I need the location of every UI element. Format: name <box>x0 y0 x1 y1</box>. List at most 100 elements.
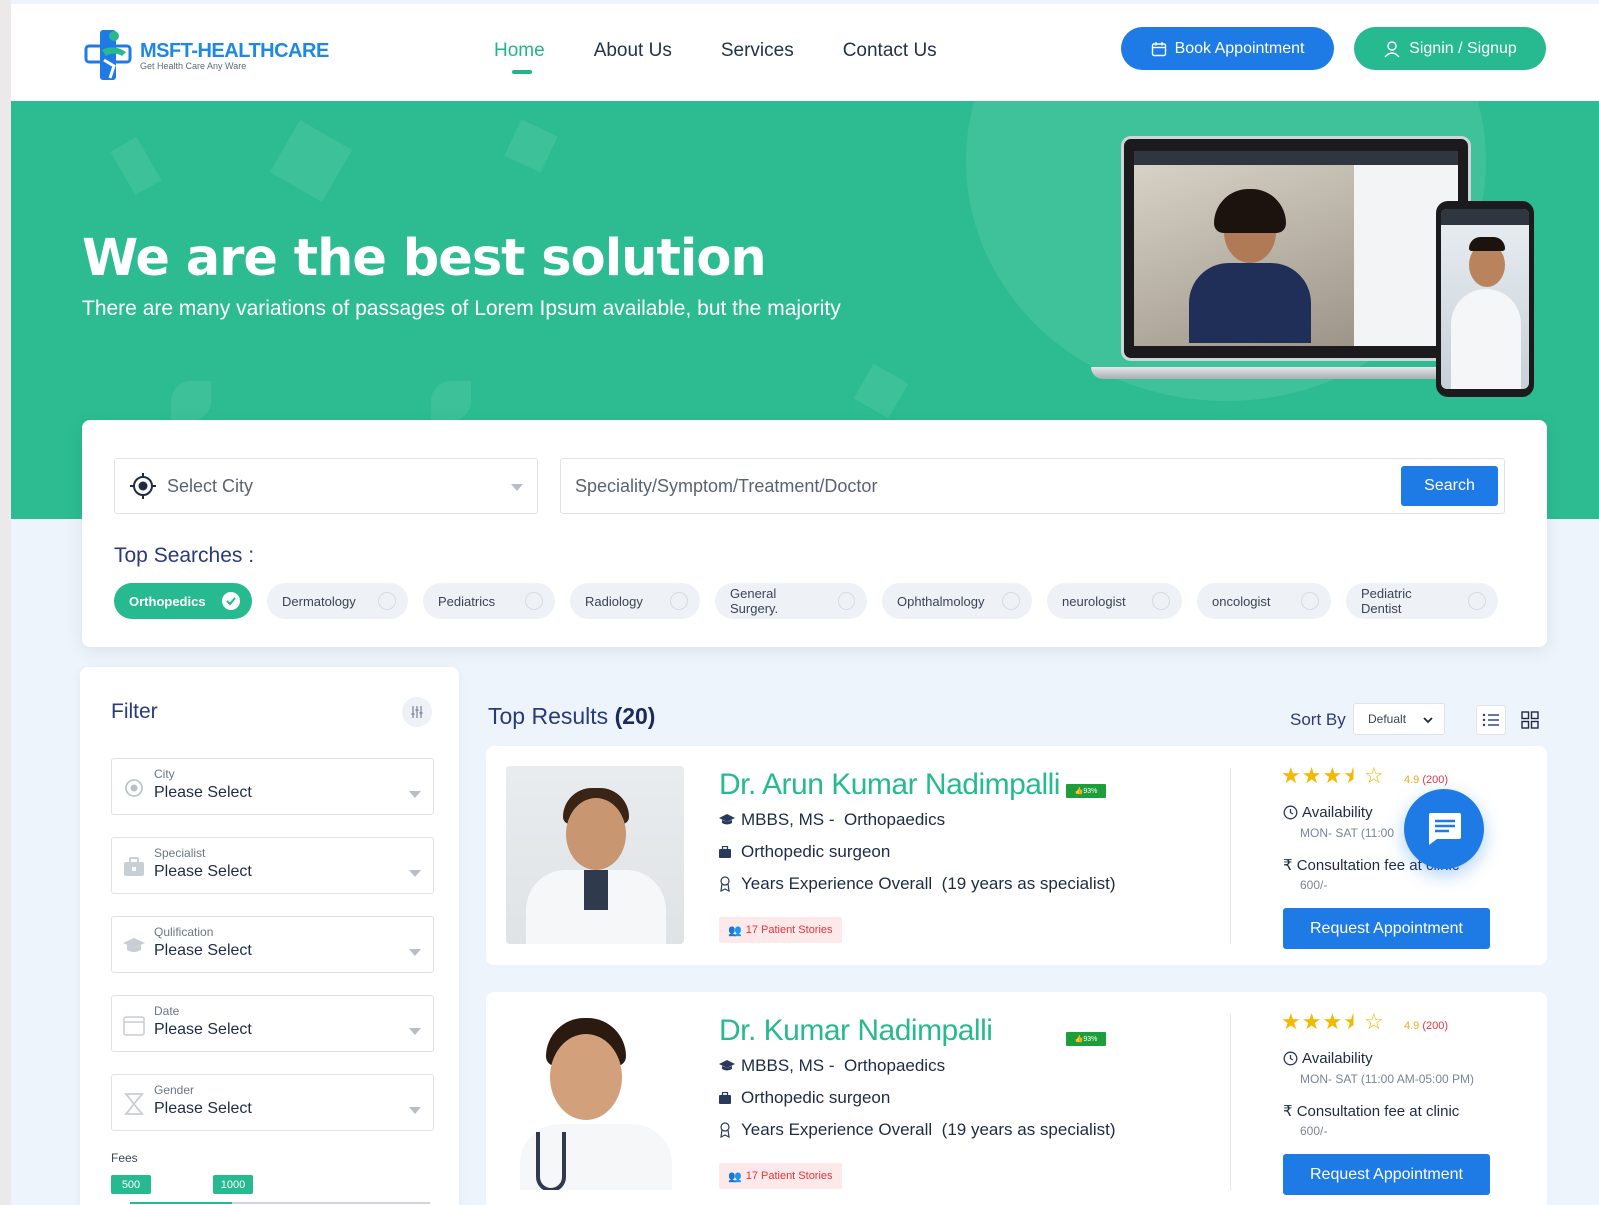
rating-value: 4.9 <box>1404 774 1420 786</box>
star-empty-icon: ☆ <box>1363 764 1385 789</box>
rating-score: 4.9 (200) <box>1404 774 1448 786</box>
radio-circle-icon <box>1152 592 1170 610</box>
thumbs-up-badge: 👍 93% <box>1066 1032 1106 1046</box>
nav-about-us[interactable]: About Us <box>594 40 672 62</box>
chip-label: General Surgery. <box>730 586 779 616</box>
list-view-icon[interactable] <box>1476 705 1506 735</box>
sliders-icon[interactable] <box>402 697 432 727</box>
book-appointment-button[interactable]: Book Appointment <box>1121 27 1334 70</box>
chevron-down-icon <box>409 949 421 956</box>
chip-oncologist[interactable]: oncologist <box>1197 583 1331 619</box>
phone-illustration <box>1436 201 1534 397</box>
top-searches-chips: Orthopedics Dermatology Pediatrics Radio… <box>114 583 1498 619</box>
doctor-name[interactable]: Dr. Kumar Nadimpalli <box>719 1014 993 1048</box>
doctor-speciality: Orthopaedics <box>843 810 946 829</box>
filter-field-label: City <box>154 767 175 781</box>
specialist-filter-select[interactable]: Specialist Please Select <box>111 837 434 894</box>
rating-score: 4.9 (200) <box>1404 1020 1448 1032</box>
nav-contact-us[interactable]: Contact Us <box>843 40 937 62</box>
thumbs-up-icon: 👍 <box>1074 1036 1084 1043</box>
search-input[interactable] <box>575 471 1355 501</box>
chip-label: Pediatrics <box>438 593 496 609</box>
award-icon <box>719 876 735 892</box>
doctor-photo <box>506 766 684 944</box>
filter-field-label: Date <box>154 1004 180 1018</box>
chip-dermatology[interactable]: Dermatology <box>267 583 408 619</box>
city-filter-select[interactable]: City Please Select <box>111 758 434 815</box>
city-select[interactable]: Select City <box>114 458 538 514</box>
users-icon: 👥 <box>728 1170 742 1183</box>
search-box: Search <box>560 458 1505 514</box>
doctor-experience-text: Years Experience Overall <box>741 1120 933 1139</box>
gender-filter-select[interactable]: Gender Please Select <box>111 1074 434 1131</box>
sort-select-value: Defualt <box>1368 712 1407 726</box>
doctor-role: Orthopedic surgeon <box>719 842 890 862</box>
star-rating: ★★★★☆ <box>1281 764 1385 789</box>
briefcase-icon <box>719 846 735 858</box>
filter-field-value: Please Select <box>154 1021 252 1038</box>
logo-icon <box>84 26 136 84</box>
graduation-cap-icon <box>719 1059 735 1073</box>
award-icon <box>719 1122 735 1138</box>
hero-decoration-shape <box>171 381 211 421</box>
results-title: Top Results (20) <box>488 703 655 730</box>
chip-pediatrics[interactable]: Pediatrics <box>423 583 555 619</box>
search-card: Select City Search Top Searches : Orthop… <box>82 420 1547 647</box>
chip-orthopedics[interactable]: Orthopedics <box>114 583 252 619</box>
availability-time: MON- SAT (11:00 AM-05:00 PM) <box>1300 1072 1475 1086</box>
grid-view-icon[interactable] <box>1515 705 1545 735</box>
date-filter-select[interactable]: Date Please Select <box>111 995 434 1052</box>
fees-range-fill <box>130 1202 232 1204</box>
search-button[interactable]: Search <box>1401 466 1498 506</box>
chat-button[interactable] <box>1404 789 1484 869</box>
rupee-icon: ₹ <box>1283 857 1293 874</box>
star-empty-icon: ☆ <box>1363 1010 1385 1035</box>
nav-home[interactable]: Home <box>494 40 545 74</box>
radio-circle-icon <box>1002 592 1020 610</box>
filter-field-label: Specialist <box>154 846 206 860</box>
brand-logo[interactable]: MSFT-HEALTHCARE Get Health Care Any Ware <box>84 26 329 84</box>
thumbs-up-icon: 👍 <box>1074 788 1084 795</box>
doctor-degree: MBBS, MS - <box>741 1056 835 1075</box>
qualification-filter-select[interactable]: Qulification Please Select <box>111 916 434 973</box>
card-divider <box>1230 768 1231 944</box>
chip-ophthalmology[interactable]: Ophthalmology <box>882 583 1032 619</box>
rating-value: 4.9 <box>1404 1020 1420 1032</box>
patient-stories-text: 17 Patient Stories <box>745 924 833 936</box>
chip-neurologist[interactable]: neurologist <box>1047 583 1182 619</box>
hero-title: We are the best solution <box>82 229 767 288</box>
chip-pediatric-dentist[interactable]: Pediatric Dentist <box>1346 583 1498 619</box>
request-appointment-button[interactable]: Request Appointment <box>1283 1154 1490 1195</box>
patient-stories-badge[interactable]: 👥 17 Patient Stories <box>719 1163 842 1189</box>
radio-circle-icon <box>837 592 855 610</box>
sort-select[interactable]: Defualt <box>1353 703 1445 735</box>
chip-label: Radiology <box>585 593 643 609</box>
star-icon: ★ <box>1281 1010 1302 1035</box>
hero-subtitle: There are many variations of passages of… <box>82 297 841 320</box>
like-percent: 93% <box>1083 787 1098 795</box>
chip-general-surgery[interactable]: General Surgery. <box>715 583 867 619</box>
site-header: MSFT-HEALTHCARE Get Health Care Any Ware… <box>11 4 1599 101</box>
doctor-experience-text: Years Experience Overall <box>741 874 933 893</box>
radio-circle-icon <box>378 592 396 610</box>
chevron-down-icon <box>409 791 421 798</box>
filter-field-label: Qulification <box>154 925 214 939</box>
availability: Availability <box>1283 1050 1373 1067</box>
doctor-speciality: Orthopaedics <box>843 1056 946 1075</box>
patient-stories-badge[interactable]: 👥 17 Patient Stories <box>719 917 842 943</box>
request-appointment-button[interactable]: Request Appointment <box>1283 908 1490 949</box>
availability-time: MON- SAT (11:00 <box>1300 826 1395 840</box>
fees-range-slider[interactable] <box>130 1202 430 1204</box>
consultation-fee-amount: 600/- <box>1300 1124 1328 1138</box>
doctor-role-text: Orthopedic surgeon <box>741 842 891 861</box>
target-icon <box>130 473 156 499</box>
radio-circle-icon <box>525 592 543 610</box>
nav-services[interactable]: Services <box>721 40 794 62</box>
graduation-cap-icon <box>719 813 735 827</box>
fees-label: Fees <box>111 1151 138 1165</box>
doctor-name[interactable]: Dr. Arun Kumar Nadimpalli <box>719 768 1060 802</box>
signin-signup-button[interactable]: Signin / Signup <box>1354 27 1546 70</box>
results-count: (20) <box>614 703 656 729</box>
book-appointment-label: Book Appointment <box>1174 39 1305 57</box>
chip-radiology[interactable]: Radiology <box>570 583 700 619</box>
